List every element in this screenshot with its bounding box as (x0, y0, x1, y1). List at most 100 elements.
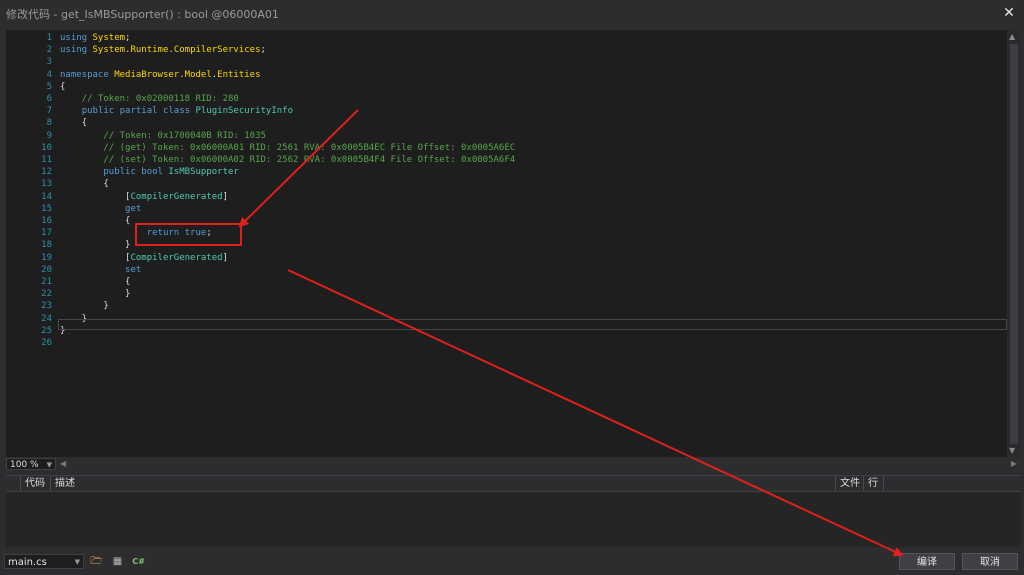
code-line[interactable]: 3 (6, 56, 996, 68)
code-line[interactable]: 2 using System.Runtime.CompilerServices; (6, 44, 996, 56)
code-line[interactable]: 4 namespace MediaBrowser.Model.Entities (6, 69, 996, 81)
code-line[interactable]: 14 [CompilerGenerated] (6, 191, 996, 203)
code-text: using System; (60, 33, 131, 43)
line-number: 19 (41, 252, 52, 263)
code-text: } (60, 289, 131, 300)
code-text: using System.Runtime.CompilerServices; (60, 45, 266, 56)
window-title: 修改代码 - get_IsMBSupporter() : bool @06000… (6, 8, 279, 21)
current-line-indicator (58, 319, 1007, 330)
code-text: { (60, 216, 131, 226)
code-line[interactable]: 21 { (6, 276, 996, 288)
line-number: 4 (46, 69, 52, 80)
code-line[interactable]: 10 // (get) Token: 0x06000A01 RID: 2561 … (6, 142, 996, 154)
line-number: 26 (41, 338, 52, 348)
code-text: } (60, 240, 131, 251)
cancel-button[interactable]: 取消 (962, 553, 1018, 570)
bottom-toolbar: main.cs ▼ 🗁 ▦ C# 编译 取消 (0, 548, 1024, 575)
code-line[interactable]: 26 (6, 337, 996, 349)
line-number: 13 (41, 179, 52, 190)
code-line[interactable]: 5{ (6, 81, 996, 93)
open-folder-icon[interactable]: 🗁 (90, 555, 103, 568)
code-line[interactable]: 6 // Token: 0x02000118 RID: 280 (6, 93, 996, 105)
code-line[interactable]: 9 // Token: 0x1700040B RID: 1035 (6, 130, 996, 142)
code-text: // (set) Token: 0x06000A02 RID: 2562 RVA… (103, 155, 516, 165)
code-text: public bool IsMBSupporter (103, 167, 239, 178)
code-line[interactable]: 12 public bool IsMBSupporter (6, 166, 996, 178)
code-line[interactable]: 19 [CompilerGenerated] (6, 252, 996, 264)
code-line[interactable]: 11 // (set) Token: 0x06000A02 RID: 2562 … (6, 154, 996, 166)
line-number: 5 (46, 81, 52, 92)
annotation-highlight-box (135, 223, 242, 246)
line-number: 16 (41, 216, 52, 226)
compile-button[interactable]: 编译 (899, 553, 955, 570)
line-number: 21 (41, 277, 52, 287)
code-text: { (60, 277, 131, 287)
code-line[interactable]: 15 get (6, 203, 996, 215)
zoom-select[interactable]: 100 % ▼ (6, 458, 56, 470)
code-text: get (125, 203, 142, 214)
code-text: // Token: 0x02000118 RID: 280 (81, 94, 239, 104)
code-line[interactable]: 1 using System; (6, 32, 996, 44)
column-code[interactable]: 代码 (20, 476, 51, 491)
error-list: 代码 描述 文件 行 (6, 475, 1021, 547)
line-number: 10 (41, 142, 52, 153)
line-number: 25 (41, 325, 52, 336)
zoom-value: 100 % (10, 460, 39, 470)
line-number: 15 (41, 203, 52, 214)
scroll-right-icon[interactable]: ▶ (1011, 459, 1017, 468)
chevron-down-icon: ▼ (46, 461, 52, 469)
code-line[interactable]: 8 { (6, 117, 996, 129)
line-number: 20 (41, 264, 52, 275)
line-number: 11 (41, 155, 52, 165)
code-line[interactable]: 7 public partial class PluginSecurityInf… (6, 105, 996, 117)
column-file[interactable]: 文件 (835, 476, 862, 491)
file-select[interactable]: main.cs ▼ (4, 554, 84, 569)
title-bar: 修改代码 - get_IsMBSupporter() : bool @06000… (0, 0, 1024, 26)
code-editor[interactable]: 1 using System; 2 using System.Runtime.Comp… (6, 30, 1007, 457)
line-number: 2 (46, 45, 52, 56)
line-number: 6 (46, 94, 52, 104)
zoom-bar: 100 % ▼ ◀ ▶ (6, 457, 1021, 471)
line-number: 18 (41, 240, 52, 251)
line-number: 14 (41, 191, 52, 202)
line-number: 8 (46, 118, 52, 129)
code-text: // Token: 0x1700040B RID: 1035 (103, 130, 266, 141)
code-text: [CompilerGenerated] (60, 252, 228, 263)
line-number: 3 (46, 57, 52, 68)
line-number: 24 (41, 313, 52, 324)
code-text: public partial class PluginSecurityInfo (81, 106, 294, 117)
scroll-up-icon[interactable]: ▲ (1009, 32, 1015, 41)
code-text: { (60, 179, 109, 190)
file-select-value: main.cs (8, 557, 47, 568)
line-number: 12 (41, 167, 52, 178)
column-extra (883, 476, 1018, 491)
vertical-scrollbar[interactable]: ▲ ▼ (1007, 30, 1021, 457)
code-line[interactable]: 13 { (6, 178, 996, 190)
code-text: namespace MediaBrowser.Model.Entities (60, 69, 261, 80)
line-number: 23 (41, 301, 52, 312)
csharp-icon[interactable]: C# (132, 555, 145, 568)
chevron-down-icon: ▼ (74, 558, 80, 566)
column-description[interactable]: 描述 (50, 476, 835, 491)
line-number: 9 (46, 130, 52, 141)
assembly-references-icon[interactable]: ▦ (111, 555, 124, 568)
code-text: set (125, 264, 142, 275)
line-number: 1 (46, 33, 52, 43)
close-button[interactable]: ✕ (1000, 4, 1018, 22)
scroll-thumb[interactable] (1010, 44, 1018, 444)
code-line[interactable]: 22 } (6, 288, 996, 300)
code-text: } (60, 301, 109, 312)
error-list-header: 代码 描述 文件 行 (6, 476, 1021, 492)
code-text: { (60, 118, 88, 129)
scroll-left-icon[interactable]: ◀ (60, 459, 66, 468)
code-text: { (60, 81, 66, 92)
code-text: // (get) Token: 0x06000A01 RID: 2561 RVA… (103, 142, 516, 153)
column-line[interactable]: 行 (863, 476, 882, 491)
code-line[interactable]: 23 } (6, 300, 996, 312)
scroll-down-icon[interactable]: ▼ (1009, 446, 1015, 455)
line-number: 22 (41, 289, 52, 300)
code-line[interactable]: 20 set (6, 264, 996, 276)
line-number: 17 (41, 228, 52, 239)
code-text: [CompilerGenerated] (60, 191, 228, 202)
line-number: 7 (46, 106, 52, 117)
